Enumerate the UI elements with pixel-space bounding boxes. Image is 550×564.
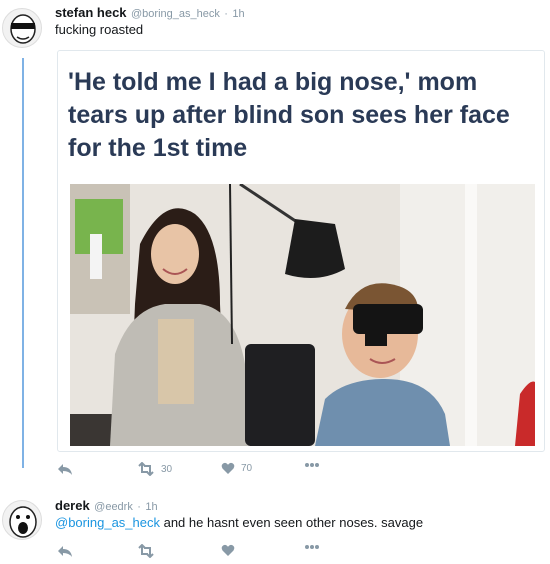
retweet-icon xyxy=(137,544,155,558)
like-button[interactable] xyxy=(221,544,235,557)
like-count: 70 xyxy=(241,463,253,474)
avatar[interactable] xyxy=(2,500,42,540)
retweet-count: 30 xyxy=(161,463,173,475)
user-handle[interactable]: @boring_as_heck xyxy=(131,8,220,20)
more-icon xyxy=(304,462,320,468)
more-icon xyxy=(304,544,320,550)
card-headline[interactable]: 'He told me I had a big nose,' mom tears… xyxy=(68,66,528,165)
tweet-actions: 30 70 xyxy=(57,462,357,482)
tweet-header: derek @eedrk · 1h xyxy=(55,498,158,513)
reply-text: and he hasnt even seen other noses. sava… xyxy=(159,515,424,530)
mention-link[interactable]: @boring_as_heck xyxy=(55,515,160,530)
card-photo[interactable] xyxy=(70,184,535,446)
user-handle[interactable]: @eedrk xyxy=(94,501,133,513)
tweet-header: stefan heck @boring_as_heck · 1h xyxy=(55,5,245,20)
tweet-text: fucking roasted xyxy=(55,22,144,37)
display-name[interactable]: derek xyxy=(55,498,90,513)
timestamp[interactable]: 1h xyxy=(145,501,157,513)
like-button[interactable]: 70 xyxy=(221,462,252,475)
more-button[interactable] xyxy=(304,544,320,550)
tweet-text: @boring_as_heck and he hasnt even seen o… xyxy=(55,515,423,530)
reply-icon xyxy=(57,462,73,476)
avatar[interactable] xyxy=(2,8,42,48)
timestamp[interactable]: 1h xyxy=(232,8,244,20)
reply-button[interactable] xyxy=(57,462,73,476)
reply-icon xyxy=(57,544,73,558)
link-card[interactable]: 'He told me I had a big nose,' mom tears… xyxy=(57,50,545,452)
tweet-actions xyxy=(57,544,357,562)
heart-icon xyxy=(221,462,235,475)
more-button[interactable] xyxy=(304,462,320,468)
retweet-button[interactable] xyxy=(137,544,155,558)
retweet-button[interactable]: 30 xyxy=(137,462,172,476)
display-name[interactable]: stefan heck xyxy=(55,5,127,20)
thread-line xyxy=(22,58,24,468)
heart-icon xyxy=(221,544,235,557)
retweet-icon xyxy=(137,462,155,476)
reply-button[interactable] xyxy=(57,544,73,558)
